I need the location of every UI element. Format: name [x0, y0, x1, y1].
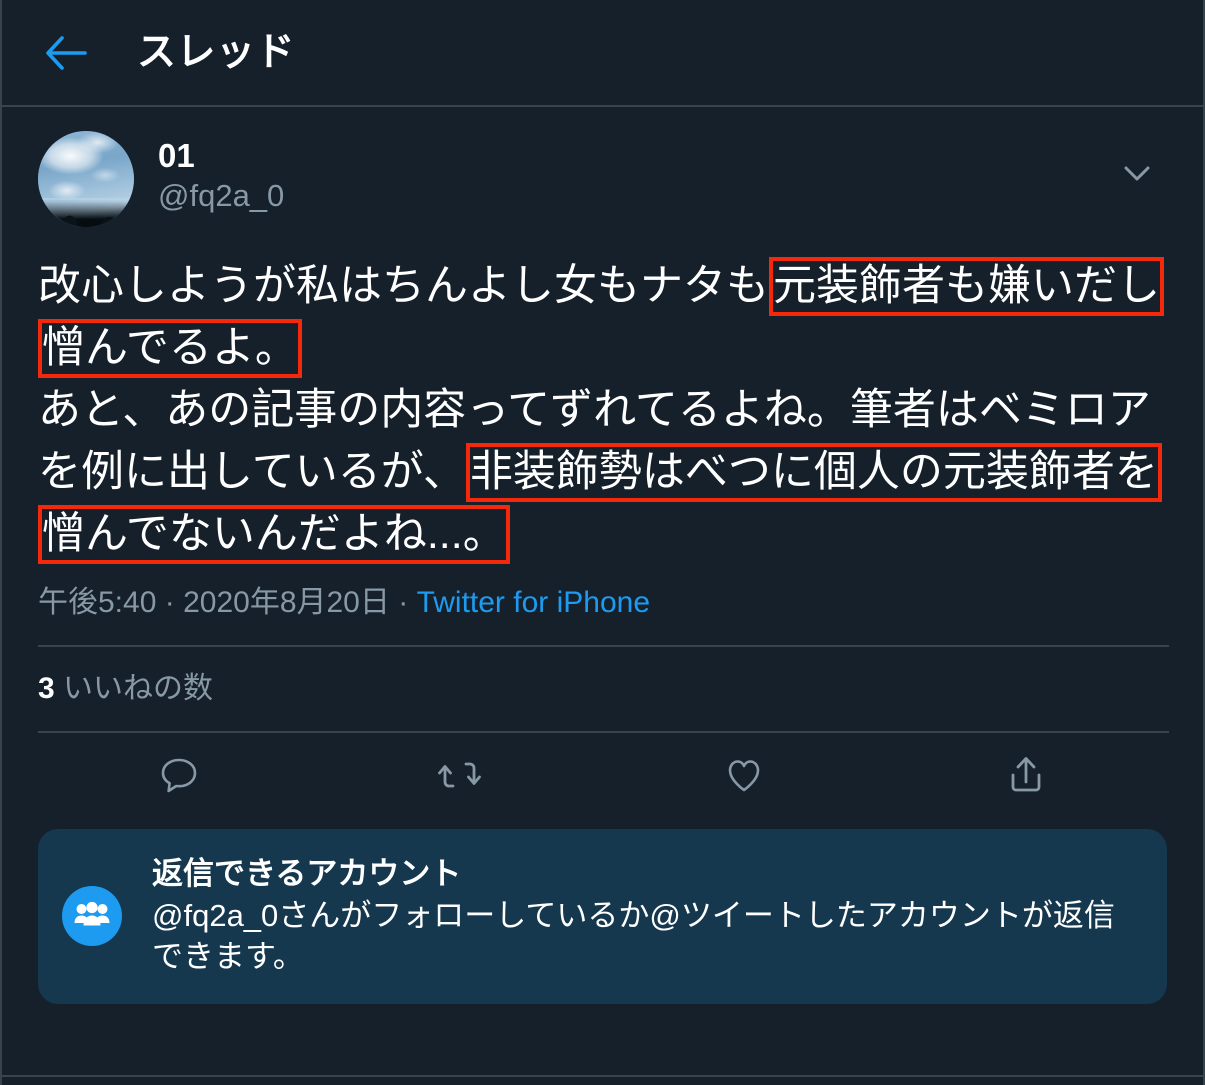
- arrow-left-icon: [46, 35, 87, 70]
- tweet-more-button[interactable]: [1109, 145, 1165, 201]
- likes-count: 3: [38, 672, 55, 705]
- tweet-text: 改心しようが私はちんよし女もナタも元装飾者も嫌いだし憎んでるよ。 あと、あの記事…: [38, 255, 1171, 565]
- meta-separator-2: ·: [398, 586, 409, 619]
- tweet-date: 2020年8月20日: [183, 586, 390, 619]
- reply-button[interactable]: [38, 751, 320, 799]
- back-button[interactable]: [38, 25, 94, 81]
- tweet-action-bar: [2, 733, 1203, 817]
- tweet-author-row: 01 @fq2a_0: [38, 131, 1171, 227]
- reply-permission-notice[interactable]: 返信できるアカウント @fq2a_0さんがフォローしているか@ツイートしたアカウ…: [38, 829, 1167, 1004]
- reply-icon: [161, 758, 197, 793]
- app-header: スレッド: [2, 0, 1203, 107]
- tweet-detail: 01 @fq2a_0 改心しようが私はちんよし女もナタも元装飾者も嫌いだし憎んで…: [2, 107, 1203, 645]
- likes-label: いいねの数: [63, 672, 214, 705]
- people-group-icon: [74, 902, 110, 926]
- tweet-meta: 午後5:40 · 2020年8月20日 · Twitter for iPhone: [38, 585, 1171, 645]
- avatar-trees: [38, 201, 134, 227]
- like-button[interactable]: [603, 751, 885, 799]
- meta-separator-1: ·: [164, 586, 175, 619]
- retweet-button[interactable]: [320, 751, 602, 799]
- author-name-block: 01 @fq2a_0: [158, 131, 284, 214]
- tweet-source[interactable]: Twitter for iPhone: [417, 586, 650, 619]
- notice-body: @fq2a_0さんがフォローしているか@ツイートしたアカウントが返信できます。: [152, 897, 1115, 974]
- page-title: スレッド: [137, 31, 296, 74]
- notice-icon-circle: [62, 886, 122, 947]
- share-button[interactable]: [885, 751, 1167, 799]
- share-icon: [1011, 757, 1041, 792]
- avatar-horizon: [38, 198, 134, 200]
- tweet-time: 午後5:40: [38, 586, 157, 619]
- user-handle[interactable]: @fq2a_0: [158, 177, 284, 214]
- thread-screen: スレッド 01 @fq2a_0 改心しようが私はちんよし女もナタも元装飾者も嫌い…: [0, 0, 1205, 1085]
- tweet-text-segment-0: 改心しようが私はちんよし女もナタも: [38, 262, 769, 310]
- avatar[interactable]: [38, 131, 134, 227]
- retweet-icon: [438, 762, 482, 788]
- bottom-divider: [2, 1075, 1203, 1077]
- like-icon: [728, 760, 759, 792]
- display-name[interactable]: 01: [158, 137, 284, 175]
- notice-title: 返信できるアカウント: [152, 856, 462, 891]
- notice-text-block: 返信できるアカウント @fq2a_0さんがフォローしているか@ツイートしたアカウ…: [152, 855, 1139, 978]
- likes-row[interactable]: 3 いいねの数: [2, 647, 1203, 731]
- chevron-down-icon: [1124, 166, 1150, 181]
